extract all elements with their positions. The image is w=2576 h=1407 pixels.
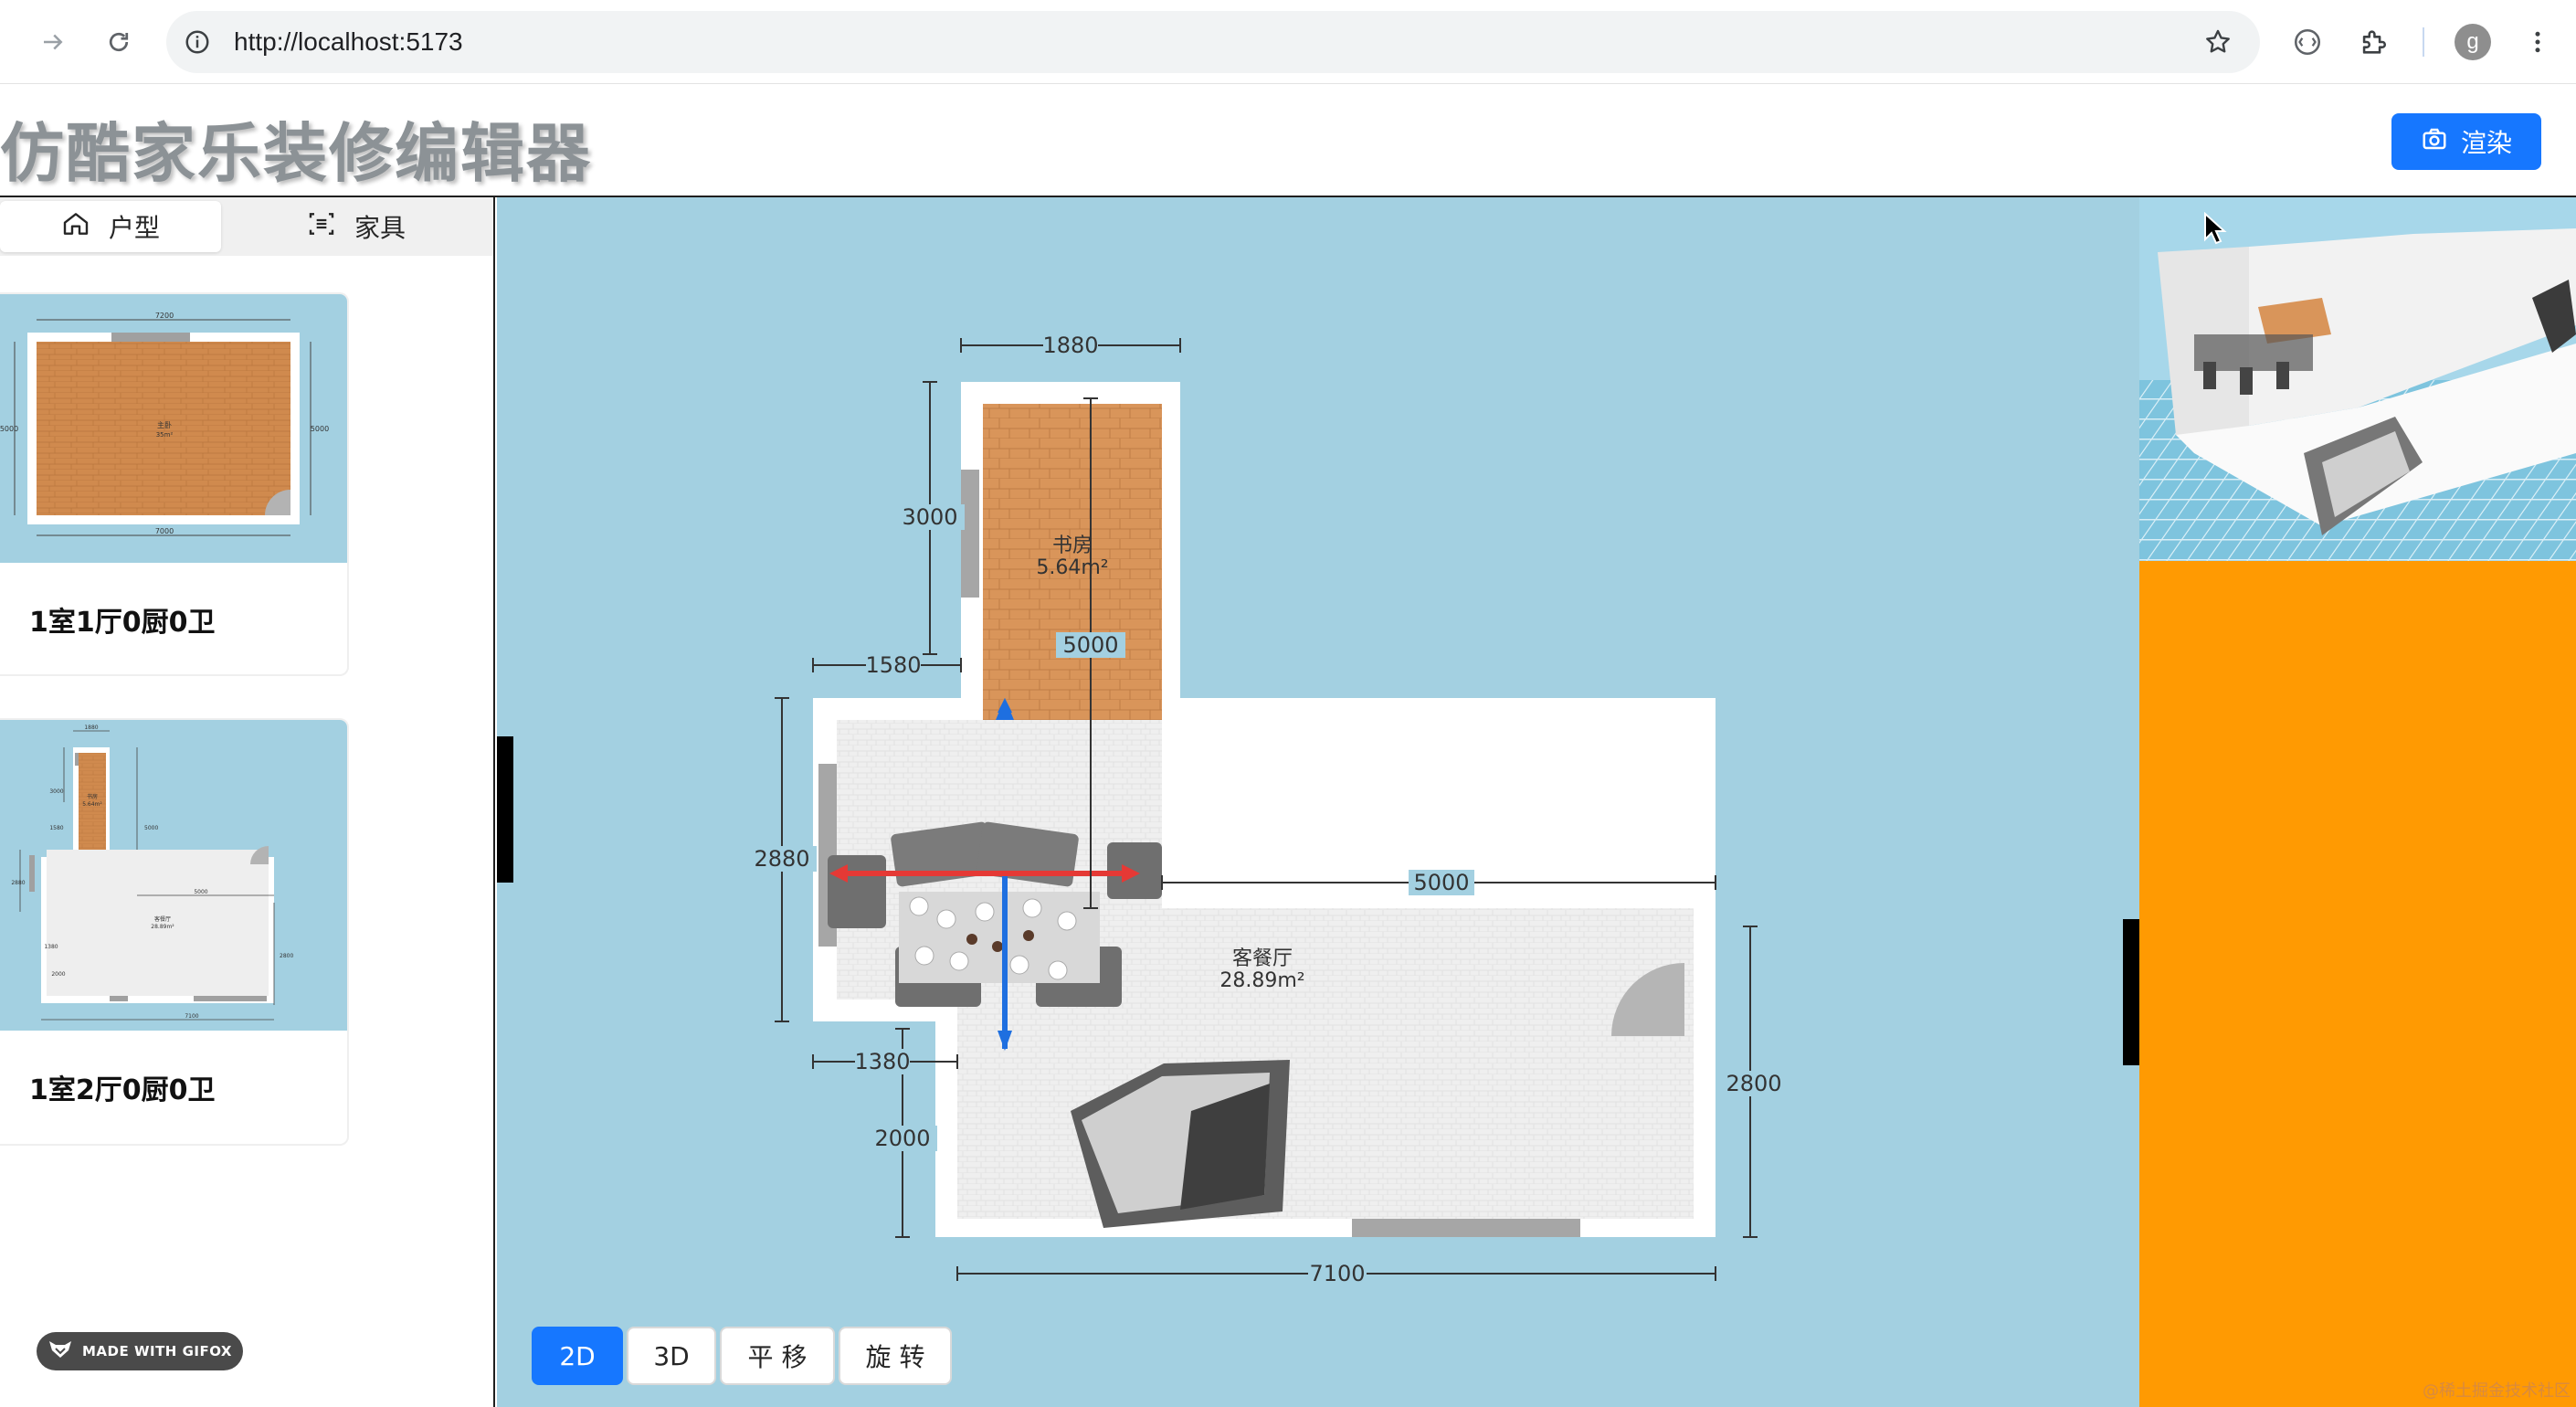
view-mode-bar: 2D 3D 平 移 旋 转 <box>532 1327 952 1385</box>
address-bar[interactable]: http://localhost:5173 <box>166 11 2260 73</box>
browser-toolbar: http://localhost:5173 g <box>0 0 2576 84</box>
floorplan-canvas-drawing[interactable]: 书房 5.64m² 客餐厅 28.89m² 1880 3000 5000 158… <box>497 197 2139 1407</box>
thumb2-dim: 2000 <box>51 971 65 978</box>
puzzle-icon[interactable] <box>2351 20 2395 64</box>
camera-icon <box>2421 125 2448 159</box>
page-title: 仿酷家乐装修编辑器 <box>0 116 592 191</box>
tab-floorplan[interactable]: 户型 <box>0 201 221 252</box>
thumb2-area: 28.89m² <box>151 924 174 930</box>
dim-label: 5000 <box>1413 870 1469 895</box>
thumb2-dim: 1880 <box>84 725 98 731</box>
sidebar-resize-handle[interactable] <box>497 736 513 883</box>
pan-button[interactable]: 平 移 <box>720 1327 835 1385</box>
thumb2-dim: 1380 <box>44 944 58 950</box>
thumb2-dim: 5000 <box>194 889 207 895</box>
layout-card-title: 1室2厅0厨0卫 <box>29 1074 216 1106</box>
render-button[interactable]: 渲染 <box>2391 113 2541 170</box>
render-button-label: 渲染 <box>2460 128 2512 158</box>
thumb1-dim-top: 7200 <box>155 312 174 320</box>
reload-icon[interactable] <box>97 20 141 64</box>
layout-thumbnail: 1880 3000 5000 1580 2880 5000 1380 2000 … <box>0 720 347 1031</box>
dim-label: 1880 <box>1042 333 1098 358</box>
tab-furniture-label: 家具 <box>354 213 406 243</box>
dim-label: 2800 <box>1726 1071 1781 1096</box>
thumb1-dim-left: 5000 <box>0 425 18 433</box>
sidebar: 户型 家具 7200 7000 5000 5000 主卧 35m² 1室1厅0厨… <box>0 197 495 1407</box>
app-header: 仿酷家乐装修编辑器 渲染 <box>0 84 2576 197</box>
thumb1-dim-right: 5000 <box>311 425 329 433</box>
living-room-area: 28.89m² <box>1219 969 1304 992</box>
gifox-text: MADE WITH GIFOX <box>81 1343 232 1359</box>
tab-furniture[interactable]: 家具 <box>221 201 491 252</box>
study-room-name: 书房 <box>1052 534 1093 557</box>
living-room-name: 客餐厅 <box>1232 947 1293 970</box>
layout-thumbnail: 7200 7000 5000 5000 主卧 35m² <box>0 294 347 563</box>
dim-label: 1580 <box>865 652 921 678</box>
thumb2-dim: 2800 <box>280 953 293 959</box>
forward-icon[interactable] <box>31 20 75 64</box>
thumb2-dim: 5000 <box>144 825 158 831</box>
thumb1-dim-bottom: 7000 <box>155 527 174 535</box>
floorplan-canvas[interactable]: 书房 5.64m² 客餐厅 28.89m² 1880 3000 5000 158… <box>497 197 2139 1407</box>
rotate-button[interactable]: 旋 转 <box>839 1327 952 1385</box>
profile-avatar[interactable]: g <box>2455 24 2491 60</box>
menu-icon[interactable] <box>2516 20 2560 64</box>
extension-icon[interactable] <box>2286 20 2329 64</box>
thumb2-dim: 1580 <box>49 825 63 831</box>
thumb2-area: 5.64m² <box>82 801 102 808</box>
study-room-area: 5.64m² <box>1036 556 1108 579</box>
3d-preview-view[interactable] <box>2139 197 2576 561</box>
thumb2-dim: 2880 <box>11 880 25 886</box>
layout-card[interactable]: 1880 3000 5000 1580 2880 5000 1380 2000 … <box>0 718 349 1146</box>
preview-resize-handle[interactable] <box>2123 919 2139 1065</box>
scan-icon <box>307 209 336 245</box>
thumb2-dim: 3000 <box>49 788 63 795</box>
dim-label: 2880 <box>754 846 809 872</box>
mode-2d-button[interactable]: 2D <box>532 1327 623 1385</box>
toolbar-divider <box>2423 27 2424 57</box>
study-window <box>961 470 979 598</box>
thumb2-room: 客餐厅 <box>154 915 171 923</box>
3d-preview-panel[interactable] <box>2139 197 2576 1407</box>
living-window-bottom <box>1352 1219 1580 1237</box>
sidebar-tabs: 户型 家具 <box>0 197 493 256</box>
bookmark-star-icon[interactable] <box>2200 24 2236 60</box>
dim-label: 3000 <box>902 504 957 530</box>
dim-label: 5000 <box>1062 632 1118 658</box>
tab-floorplan-label: 户型 <box>108 213 160 243</box>
mode-3d-button[interactable]: 3D <box>627 1327 716 1385</box>
layout-card-title: 1室1厅0厨0卫 <box>29 607 216 639</box>
gifox-badge: MADE WITH GIFOX <box>37 1332 243 1370</box>
mouse-cursor-icon <box>2203 211 2227 250</box>
fox-icon <box>48 1339 73 1363</box>
thumb2-dim: 7100 <box>185 1013 198 1020</box>
site-info-icon[interactable] <box>179 24 216 60</box>
thumb1-room-area: 35m² <box>156 431 174 439</box>
layout-card[interactable]: 7200 7000 5000 5000 主卧 35m² 1室1厅0厨0卫 <box>0 292 349 676</box>
watermark: @稀土掘金技术社区 <box>2423 1381 2571 1401</box>
dim-label: 7100 <box>1309 1261 1365 1286</box>
dim-label: 2000 <box>874 1126 930 1151</box>
dim-label: 1380 <box>854 1049 910 1074</box>
thumb2-room: 书房 <box>87 793 98 800</box>
thumb1-room-label: 主卧 <box>157 420 172 429</box>
home-icon <box>61 209 90 245</box>
url-text[interactable]: http://localhost:5173 <box>234 11 463 73</box>
